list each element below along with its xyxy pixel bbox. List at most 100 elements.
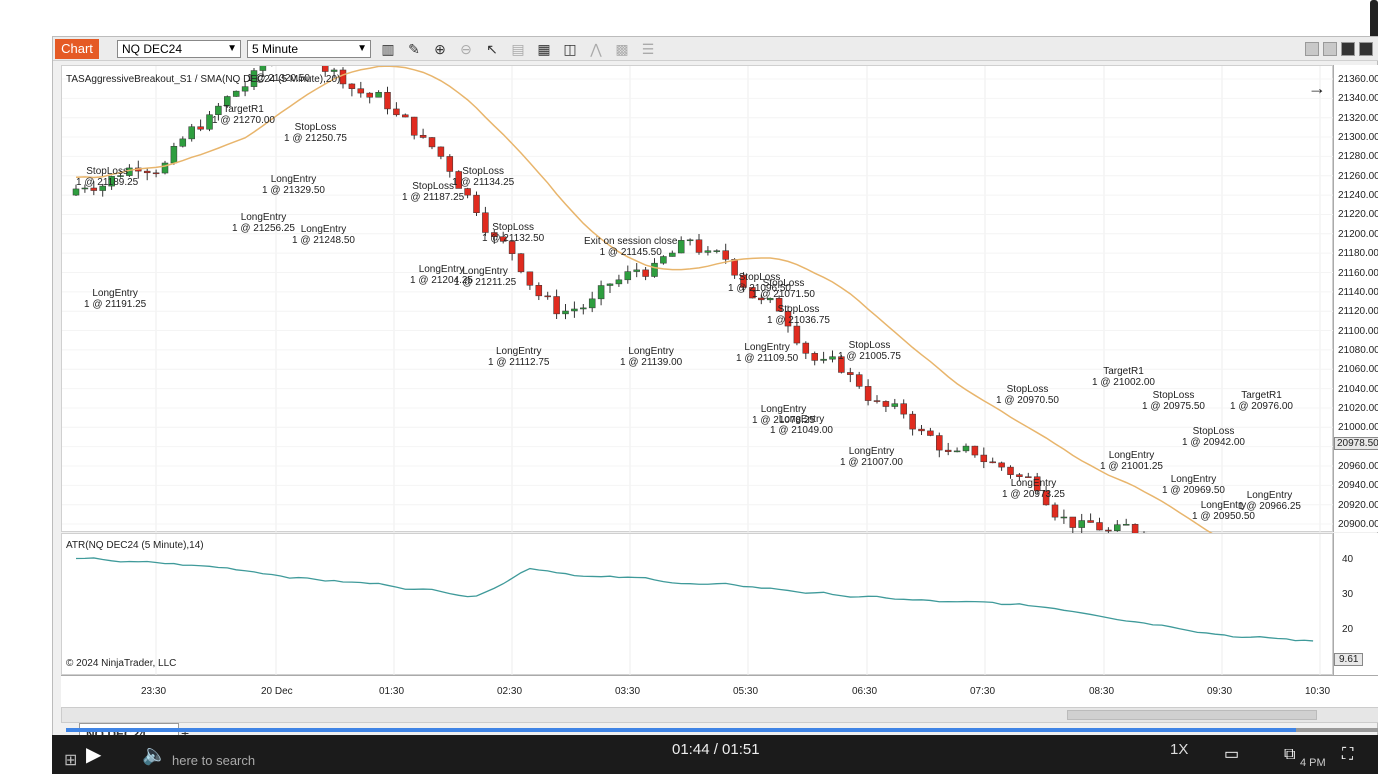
price-tick: 21260.00 <box>1338 170 1378 182</box>
candle <box>259 64 267 71</box>
annotation-type: LongEntry <box>300 224 347 235</box>
trade-annotation: StopLoss 1 @ 21036.75 <box>767 304 830 326</box>
zoom-out-icon[interactable]: ⊖ <box>457 40 475 58</box>
candle <box>1069 516 1077 528</box>
restore-button[interactable] <box>1323 42 1337 56</box>
candle <box>241 86 249 92</box>
atr-panel-title: ATR(NQ DEC24 (5 Minute),14) <box>66 540 204 551</box>
chart-tab[interactable]: Chart <box>55 39 99 59</box>
time-tick: 05:30 <box>733 686 759 697</box>
annotation-type: StopLoss <box>777 304 820 315</box>
annotation-fill: 1 @ 20976.00 <box>1230 401 1293 412</box>
chart-window: Chart NQ DEC24 ▼ 5 Minute ▼ ▥ ✎ ⊕ ⊖ ↖ ▤ ▦ … <box>52 36 1378 756</box>
fullscreen-icon[interactable]: ⛶ <box>1342 743 1353 767</box>
candle <box>152 172 160 175</box>
atr-panel[interactable]: ATR(NQ DEC24 (5 Minute),14) © 2024 Ninja… <box>61 533 1333 676</box>
trade-annotation: LongEntry 1 @ 21049.00 <box>770 414 833 436</box>
annotation-type: LongEntry <box>1170 474 1217 485</box>
candle <box>81 187 89 190</box>
taskbar-search[interactable]: here to search <box>172 753 255 768</box>
data-box-icon[interactable]: ▤ <box>509 40 527 58</box>
maximize-button[interactable] <box>1359 42 1373 56</box>
pip-icon[interactable]: ⧉ <box>1284 743 1295 767</box>
chevron-down-icon: ▼ <box>227 43 237 54</box>
trade-annotation: TargetR1 1 @ 21270.00 <box>212 104 275 126</box>
price-tick: 21060.00 <box>1338 364 1378 376</box>
atr-axis[interactable]: 40 30 20 9.61 <box>1333 533 1378 675</box>
candle <box>909 413 916 430</box>
candle <box>428 137 436 148</box>
annotation-fill: 1 @ 21071.50 <box>752 289 815 300</box>
interval-select[interactable]: 5 Minute ▼ <box>247 40 371 58</box>
annotation-type: LongEntry <box>92 288 138 299</box>
price-panel[interactable]: TASAggressiveBreakout_S1 / SMA(NQ DEC24 … <box>61 42 1334 636</box>
annotation-fill: 1 @ 20966.25 <box>1238 501 1301 512</box>
price-tick: 21180.00 <box>1338 248 1378 260</box>
templates-icon[interactable]: ⋀ <box>587 40 605 58</box>
candle <box>944 449 952 452</box>
price-tick: 21140.00 <box>1338 286 1378 298</box>
draw-pencil-icon[interactable]: ✎ <box>405 40 423 58</box>
annotation-fill: 1 @ 21112.75 <box>488 357 550 368</box>
annotation-fill: 1 @ 20950.50 <box>1192 511 1255 522</box>
annotation-type: StopLoss <box>1152 390 1195 401</box>
list-icon[interactable]: ☰ <box>639 40 657 58</box>
annotation-type: StopLoss <box>86 166 128 177</box>
candle <box>900 403 907 415</box>
trade-annotation: LongEntry 1 @ 21211.25 <box>454 266 516 288</box>
trade-annotation: LongEntry 1 @ 21112.75 <box>488 346 550 368</box>
candle <box>864 386 872 401</box>
scroll-thumb[interactable] <box>1067 710 1317 720</box>
video-progress-remaining[interactable] <box>1296 728 1378 732</box>
tile-button[interactable] <box>1305 42 1319 56</box>
properties-icon[interactable]: ▩ <box>613 40 631 58</box>
candle <box>330 69 338 72</box>
atr-tick: 40 <box>1342 554 1354 565</box>
annotation-fill: 1 @ 21320.50 <box>247 73 310 84</box>
playback-speed[interactable]: 1X <box>1170 741 1188 758</box>
annotation-fill: 1 @ 20973.25 <box>1002 489 1065 500</box>
time-axis[interactable]: 23:30 20 Dec 01:30 02:30 03:30 05:30 06:30 07:3… <box>61 675 1378 707</box>
time-tick: 20 Dec <box>261 686 293 697</box>
zoom-in-icon[interactable]: ⊕ <box>431 40 449 58</box>
trade-annotation: LongEntry 1 @ 20973.25 <box>1002 478 1065 500</box>
annotation-type: LongEntry <box>462 266 508 277</box>
horizontal-scrollbar[interactable] <box>61 707 1378 723</box>
candle <box>188 126 195 140</box>
price-tick: 21280.00 <box>1338 151 1378 163</box>
subtitles-icon[interactable]: ▭ <box>1224 743 1239 767</box>
candle <box>882 401 890 407</box>
candle <box>793 325 801 344</box>
strategies-icon[interactable]: ◫ <box>561 40 579 58</box>
candle <box>633 269 640 272</box>
candle <box>971 445 979 456</box>
price-axis[interactable]: 21360.00 21340.00 21320.00 21300.00 21280.00… <box>1333 65 1378 532</box>
minimize-button[interactable] <box>1341 42 1355 56</box>
trade-annotation: 1 @ 21320.50 <box>247 73 310 84</box>
candle <box>677 240 685 254</box>
candle <box>597 285 605 300</box>
start-icon[interactable]: ⊞ <box>64 749 77 773</box>
bars-icon[interactable]: ▥ <box>379 40 397 58</box>
price-tick: 21160.00 <box>1338 267 1378 279</box>
time-tick: 09:30 <box>1207 686 1233 697</box>
trade-annotation: StopLoss 1 @ 21071.50 <box>752 278 815 300</box>
pointer-icon[interactable]: ↖ <box>483 40 501 58</box>
indicators-icon[interactable]: ▦ <box>535 40 553 58</box>
annotation-fill: 1 @ 21049.00 <box>770 425 833 436</box>
trade-annotation: Exit on session close 1 @ 21145.50 <box>584 236 677 258</box>
video-progress-played[interactable] <box>66 728 1296 732</box>
candle <box>953 450 961 453</box>
instrument-select[interactable]: NQ DEC24 ▼ <box>117 40 241 58</box>
atr-tick: 30 <box>1342 589 1354 600</box>
price-tick: 21020.00 <box>1338 402 1378 414</box>
candle <box>232 90 240 97</box>
volume-icon[interactable]: 🔈 <box>142 743 167 767</box>
candle <box>1078 520 1085 528</box>
candle <box>847 372 854 375</box>
play-icon[interactable]: ▶ <box>86 743 101 767</box>
candle <box>962 445 970 452</box>
arrow-right-icon[interactable]: → <box>1308 78 1326 99</box>
time-tick: 08:30 <box>1089 686 1115 697</box>
candle <box>918 428 925 432</box>
